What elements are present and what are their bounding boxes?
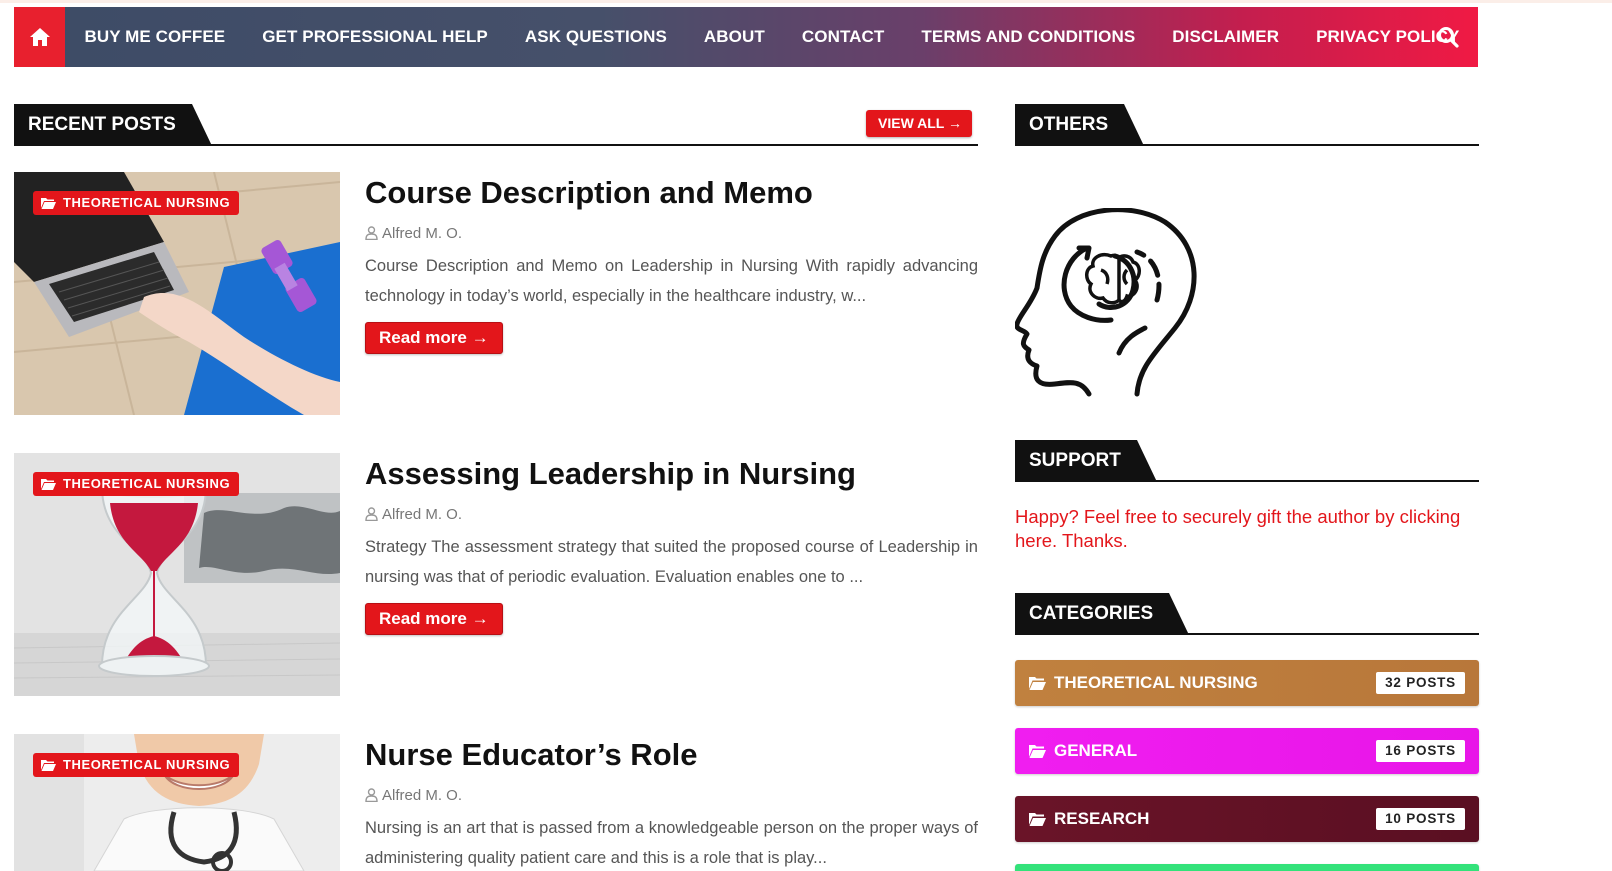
post-excerpt: Strategy The assessment strategy that su… <box>365 538 978 586</box>
post-thumbnail[interactable]: THEORETICAL NURSING <box>14 453 340 696</box>
support-header: SUPPORT <box>1015 440 1479 482</box>
author-name[interactable]: Alfred M. O. <box>382 506 462 523</box>
user-icon <box>365 788 378 802</box>
nav-item-get-professional-help[interactable]: GET PROFESSIONAL HELP <box>244 7 507 67</box>
read-more-button[interactable]: Read more → <box>365 603 503 635</box>
folder-open-icon <box>1029 676 1046 690</box>
head-brain-icon[interactable] <box>1014 207 1205 398</box>
author-name[interactable]: Alfred M. O. <box>382 787 462 804</box>
category-label: THEORETICAL NURSING <box>63 757 231 772</box>
post-card: THEORETICAL NURSING Nurse Educator’s Rol… <box>14 734 978 871</box>
post-body: Assessing Leadership in Nursing Alfred M… <box>365 453 978 635</box>
post-author: Alfred M. O. <box>365 503 978 525</box>
category-item-research[interactable]: RESEARCH 10 POSTS <box>1015 796 1479 842</box>
post-thumbnail[interactable]: THEORETICAL NURSING <box>14 734 340 871</box>
user-icon <box>365 507 378 521</box>
view-all-button[interactable]: VIEW ALL → <box>866 110 972 137</box>
support-link[interactable]: Happy? Feel free to securely gift the au… <box>1015 505 1465 553</box>
post-body: Nurse Educator’s Role Alfred M. O. Nursi… <box>365 734 978 871</box>
post-author: Alfred M. O. <box>365 222 978 244</box>
search-icon <box>1438 27 1459 48</box>
folder-open-icon <box>1029 744 1046 758</box>
categories-header: CATEGORIES <box>1015 593 1479 635</box>
folder-icon <box>41 760 56 771</box>
post-excerpt: Course Description and Memo on Leadershi… <box>365 257 978 305</box>
home-icon <box>29 28 50 46</box>
nav-item-buy-me-coffee[interactable]: BUY ME COFFEE <box>65 7 243 67</box>
top-border <box>0 0 1612 3</box>
user-icon <box>365 226 378 240</box>
home-button[interactable] <box>14 7 66 67</box>
nav-item-about[interactable]: ABOUT <box>685 7 783 67</box>
recent-posts-heading: RECENT POSTS <box>14 104 212 146</box>
post-excerpt: Nursing is an art that is passed from a … <box>365 819 978 867</box>
post-title[interactable]: Nurse Educator’s Role <box>365 733 978 777</box>
post-title[interactable]: Course Description and Memo <box>365 171 978 215</box>
category-label: THEORETICAL NURSING <box>63 476 231 491</box>
author-name[interactable]: Alfred M. O. <box>382 225 462 242</box>
nav-item-terms[interactable]: TERMS AND CONDITIONS <box>903 7 1154 67</box>
category-label: GENERAL <box>1054 741 1138 760</box>
category-badge[interactable]: THEORETICAL NURSING <box>33 472 240 496</box>
categories-heading: CATEGORIES <box>1015 593 1190 635</box>
category-count-badge: 32 POSTS <box>1376 672 1465 694</box>
post-thumbnail[interactable]: THEORETICAL NURSING <box>14 172 340 415</box>
category-item-general[interactable]: GENERAL 16 POSTS <box>1015 728 1479 774</box>
search-button[interactable] <box>1436 25 1460 49</box>
nav-item-ask-questions[interactable]: ASK QUESTIONS <box>506 7 685 67</box>
recent-posts-title: RECENT POSTS <box>28 114 176 135</box>
others-heading: OTHERS <box>1015 104 1145 146</box>
post-author: Alfred M. O. <box>365 784 978 806</box>
nav-item-disclaimer[interactable]: DISCLAIMER <box>1154 7 1298 67</box>
main-nav: BUY ME COFFEE GET PROFESSIONAL HELP ASK … <box>14 7 1478 67</box>
nav-item-contact[interactable]: CONTACT <box>783 7 903 67</box>
category-badge[interactable]: THEORETICAL NURSING <box>33 191 240 215</box>
category-label: THEORETICAL NURSING <box>63 195 231 210</box>
post-card: THEORETICAL NURSING Assessing Leadership… <box>14 453 978 703</box>
category-count-badge: 16 POSTS <box>1376 740 1465 762</box>
support-title: SUPPORT <box>1029 450 1121 471</box>
post-body: Course Description and Memo Alfred M. O.… <box>365 172 978 354</box>
category-count-badge: 10 POSTS <box>1376 808 1465 830</box>
support-heading: SUPPORT <box>1015 440 1157 482</box>
category-badge[interactable]: THEORETICAL NURSING <box>33 753 240 777</box>
folder-icon <box>41 198 56 209</box>
folder-icon <box>41 479 56 490</box>
post-card: THEORETICAL NURSING Course Description a… <box>14 172 978 422</box>
category-item-partial[interactable] <box>1015 864 1479 871</box>
others-header: OTHERS <box>1015 104 1479 146</box>
read-more-button[interactable]: Read more → <box>365 322 503 354</box>
nav-menu: BUY ME COFFEE GET PROFESSIONAL HELP ASK … <box>65 7 1478 67</box>
folder-open-icon <box>1029 812 1046 826</box>
category-item-theoretical-nursing[interactable]: THEORETICAL NURSING 32 POSTS <box>1015 660 1479 706</box>
category-label: RESEARCH <box>1054 809 1150 828</box>
others-title: OTHERS <box>1029 114 1109 135</box>
post-title[interactable]: Assessing Leadership in Nursing <box>365 452 978 496</box>
recent-posts-header: RECENT POSTS VIEW ALL → <box>14 104 978 146</box>
categories-title: CATEGORIES <box>1029 603 1154 624</box>
category-label: THEORETICAL NURSING <box>1054 673 1258 692</box>
